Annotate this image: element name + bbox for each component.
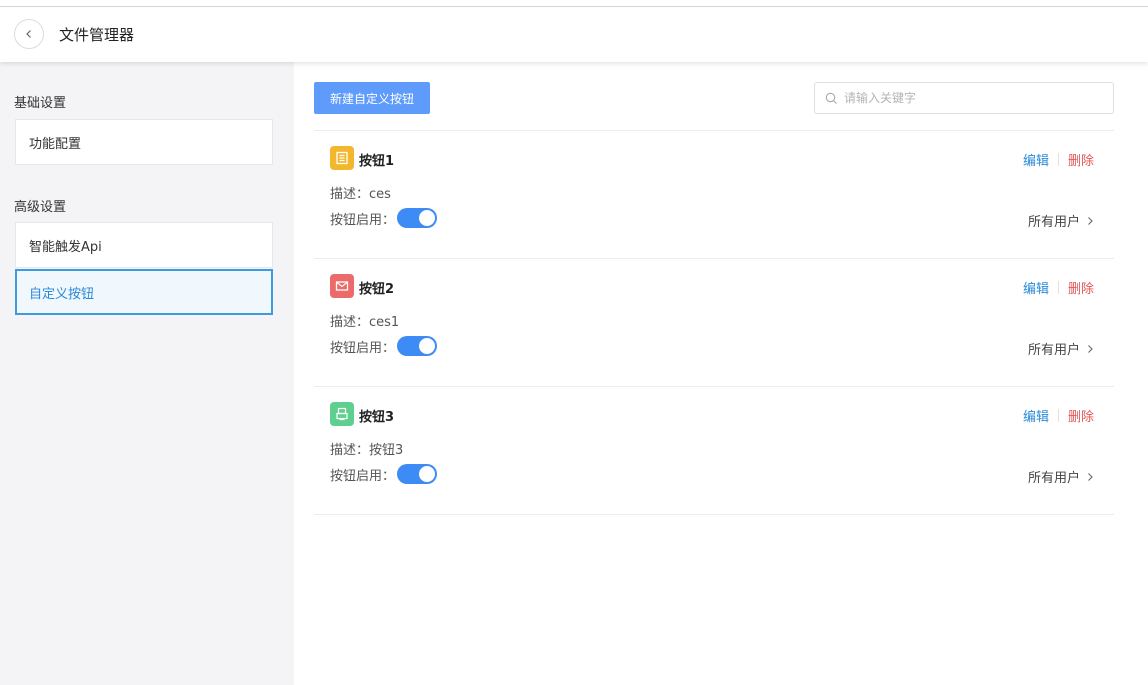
list-item: 按钮2 编辑 删除 描述：ces1 按钮启用： 所有用户 bbox=[314, 259, 1114, 387]
search-box bbox=[814, 82, 1114, 114]
enable-toggle[interactable] bbox=[397, 336, 438, 356]
print-icon bbox=[330, 402, 354, 426]
enable-toggle[interactable] bbox=[397, 208, 438, 228]
list-item: 按钮3 编辑 删除 描述：按钮3 按钮启用： 所有用户 bbox=[314, 387, 1114, 515]
divider bbox=[1057, 153, 1059, 166]
search-icon bbox=[825, 92, 838, 105]
chevron-right-icon bbox=[1086, 216, 1094, 226]
sidebar-item-custom-buttons[interactable]: 自定义按钮 bbox=[15, 269, 273, 315]
toggle-knob bbox=[419, 210, 436, 226]
button-name: 按钮2 bbox=[359, 282, 395, 297]
custom-button-list: 按钮1 编辑 删除 描述：ces 按钮启用： 所有用户 按钮2 编辑 删除 描述… bbox=[314, 130, 1114, 515]
sidebar-item-label: 功能配置 bbox=[29, 136, 82, 152]
toggle-knob bbox=[419, 466, 436, 482]
sidebar-item-label: 自定义按钮 bbox=[29, 286, 95, 302]
list-icon bbox=[330, 146, 354, 170]
edit-link[interactable]: 编辑 bbox=[1023, 150, 1049, 169]
button-description: 描述：ces1 bbox=[330, 315, 400, 330]
chevron-right-icon bbox=[1086, 472, 1094, 482]
search-input[interactable] bbox=[844, 91, 1094, 105]
chevron-left-icon bbox=[24, 29, 34, 39]
sidebar-item-label: 智能触发Api bbox=[29, 239, 102, 255]
row-actions: 编辑 删除 bbox=[1023, 406, 1094, 425]
delete-link[interactable]: 删除 bbox=[1068, 278, 1094, 297]
button-description: 描述：按钮3 bbox=[330, 443, 404, 458]
edit-link[interactable]: 编辑 bbox=[1023, 406, 1049, 425]
page-header: 文件管理器 bbox=[0, 7, 1148, 62]
user-scope-link[interactable]: 所有用户 bbox=[1028, 211, 1094, 230]
back-button[interactable] bbox=[14, 19, 44, 49]
group-title-advanced: 高级设置 bbox=[14, 200, 67, 215]
divider bbox=[1057, 281, 1059, 294]
page-title: 文件管理器 bbox=[59, 26, 135, 44]
new-custom-button[interactable]: 新建自定义按钮 bbox=[314, 82, 430, 114]
button-name: 按钮3 bbox=[359, 410, 395, 425]
row-actions: 编辑 删除 bbox=[1023, 150, 1094, 169]
enable-label: 按钮启用： bbox=[330, 212, 396, 228]
main-content: 新建自定义按钮 按钮1 编辑 删除 描述：ces 按钮启用： 所有用户 bbox=[294, 62, 1148, 685]
user-scope-link[interactable]: 所有用户 bbox=[1028, 467, 1094, 486]
delete-link[interactable]: 删除 bbox=[1068, 150, 1094, 169]
button-description: 描述：ces bbox=[330, 187, 391, 202]
delete-link[interactable]: 删除 bbox=[1068, 406, 1094, 425]
row-actions: 编辑 删除 bbox=[1023, 278, 1094, 297]
user-scope-label: 所有用户 bbox=[1027, 215, 1080, 230]
list-item: 按钮1 编辑 删除 描述：ces 按钮启用： 所有用户 bbox=[314, 131, 1114, 259]
enable-label: 按钮启用： bbox=[330, 468, 396, 484]
user-scope-link[interactable]: 所有用户 bbox=[1028, 339, 1094, 358]
enable-line: 按钮启用： bbox=[330, 208, 438, 228]
enable-label: 按钮启用： bbox=[330, 340, 396, 356]
toggle-knob bbox=[419, 338, 436, 354]
divider bbox=[1057, 409, 1059, 422]
settings-sidebar: 基础设置 功能配置 高级设置 智能触发Api 自定义按钮 bbox=[0, 62, 294, 685]
chevron-right-icon bbox=[1086, 344, 1094, 354]
enable-line: 按钮启用： bbox=[330, 336, 438, 356]
enable-toggle[interactable] bbox=[397, 464, 438, 484]
enable-line: 按钮启用： bbox=[330, 464, 438, 484]
button-name: 按钮1 bbox=[359, 154, 395, 169]
edit-link[interactable]: 编辑 bbox=[1023, 278, 1049, 297]
sidebar-item-feature-config[interactable]: 功能配置 bbox=[15, 119, 273, 165]
sidebar-item-smart-trigger-api[interactable]: 智能触发Api bbox=[15, 222, 273, 268]
group-title-basic: 基础设置 bbox=[14, 96, 67, 111]
user-scope-label: 所有用户 bbox=[1027, 343, 1080, 358]
mail-icon bbox=[330, 274, 354, 298]
user-scope-label: 所有用户 bbox=[1027, 471, 1080, 486]
